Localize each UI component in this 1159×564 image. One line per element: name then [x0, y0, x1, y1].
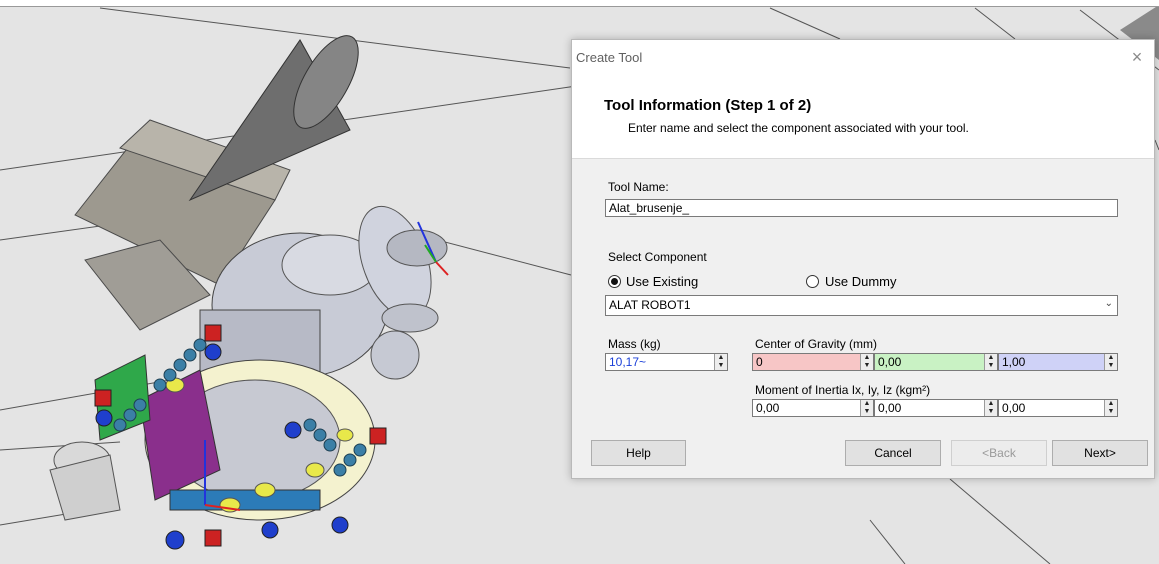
inertia-z-spin-buttons[interactable]: ▲ ▼ — [1104, 400, 1117, 416]
spin-up-icon[interactable]: ▲ — [715, 354, 727, 362]
spin-down-icon[interactable]: ▼ — [1105, 408, 1117, 416]
mass-value: 10,17~ — [609, 355, 647, 369]
create-tool-dialog: Create Tool × Tool Information (Step 1 o… — [571, 39, 1155, 479]
spin-down-icon[interactable]: ▼ — [985, 408, 997, 416]
spin-up-icon[interactable]: ▲ — [1105, 354, 1117, 362]
chevron-down-icon[interactable]: ⌄ — [1105, 297, 1113, 311]
spin-up-icon[interactable]: ▲ — [985, 400, 997, 408]
next-button[interactable]: Next> — [1052, 440, 1148, 466]
use-dummy-radio[interactable] — [806, 275, 819, 288]
back-button[interactable]: <Back — [951, 440, 1047, 466]
inertia-y-value: 0,00 — [878, 401, 902, 415]
cancel-button[interactable]: Cancel — [845, 440, 941, 466]
spin-up-icon[interactable]: ▲ — [861, 354, 873, 362]
cog-z-value: 1,00 — [1002, 355, 1026, 369]
dialog-header: Tool Information (Step 1 of 2) Enter nam… — [572, 78, 1154, 159]
help-button[interactable]: Help — [591, 440, 686, 466]
spin-up-icon[interactable]: ▲ — [985, 354, 997, 362]
spin-down-icon[interactable]: ▼ — [1105, 362, 1117, 370]
inertia-z-spinbox[interactable]: 0,00 ▲ ▼ — [998, 399, 1118, 417]
tool-name-label: Tool Name: — [608, 180, 669, 194]
cog-y-spin-buttons[interactable]: ▲ ▼ — [984, 354, 997, 370]
inertia-x-spinbox[interactable]: 0,00 ▲ ▼ — [752, 399, 874, 417]
dialog-titlebar: Create Tool × — [572, 40, 1154, 78]
cog-z-spin-buttons[interactable]: ▲ ▼ — [1104, 354, 1117, 370]
cog-x-value: 0 — [756, 355, 763, 369]
step-subtitle: Enter name and select the component asso… — [628, 121, 969, 135]
step-title: Tool Information (Step 1 of 2) — [604, 97, 812, 114]
spin-down-icon[interactable]: ▼ — [861, 362, 873, 370]
mass-label: Mass (kg) — [608, 337, 661, 351]
viewport-top-edge — [0, 0, 1159, 7]
dialog-title: Create Tool — [576, 50, 643, 65]
spin-down-icon[interactable]: ▼ — [861, 408, 873, 416]
spin-up-icon[interactable]: ▲ — [861, 400, 873, 408]
cog-y-spinbox[interactable]: 0,00 ▲ ▼ — [874, 353, 998, 371]
inertia-y-spin-buttons[interactable]: ▲ ▼ — [984, 400, 997, 416]
mass-spinbox[interactable]: 10,17~ ▲ ▼ — [605, 353, 728, 371]
component-dropdown[interactable]: ALAT ROBOT1 ⌄ — [605, 295, 1118, 316]
use-existing-radio[interactable] — [608, 275, 621, 288]
inertia-x-value: 0,00 — [756, 401, 780, 415]
cog-x-spin-buttons[interactable]: ▲ ▼ — [860, 354, 873, 370]
inertia-x-spin-buttons[interactable]: ▲ ▼ — [860, 400, 873, 416]
component-dropdown-value: ALAT ROBOT1 — [609, 298, 691, 312]
inertia-z-value: 0,00 — [1002, 401, 1026, 415]
spin-down-icon[interactable]: ▼ — [985, 362, 997, 370]
spin-up-icon[interactable]: ▲ — [1105, 400, 1117, 408]
moment-of-inertia-label: Moment of Inertia Ix, Iy, Iz (kgm²) — [755, 383, 931, 397]
cog-x-spinbox[interactable]: 0 ▲ ▼ — [752, 353, 874, 371]
cog-z-spinbox[interactable]: 1,00 ▲ ▼ — [998, 353, 1118, 371]
close-icon[interactable]: × — [1128, 46, 1146, 68]
select-component-label: Select Component — [608, 250, 707, 264]
tool-name-input[interactable]: Alat_brusenje_ — [605, 199, 1118, 217]
use-dummy-label[interactable]: Use Dummy — [825, 274, 897, 289]
mass-spin-buttons[interactable]: ▲ ▼ — [714, 354, 727, 370]
spin-down-icon[interactable]: ▼ — [715, 362, 727, 370]
cog-y-value: 0,00 — [878, 355, 902, 369]
inertia-y-spinbox[interactable]: 0,00 ▲ ▼ — [874, 399, 998, 417]
use-existing-label[interactable]: Use Existing — [626, 274, 698, 289]
center-of-gravity-label: Center of Gravity (mm) — [755, 337, 878, 351]
